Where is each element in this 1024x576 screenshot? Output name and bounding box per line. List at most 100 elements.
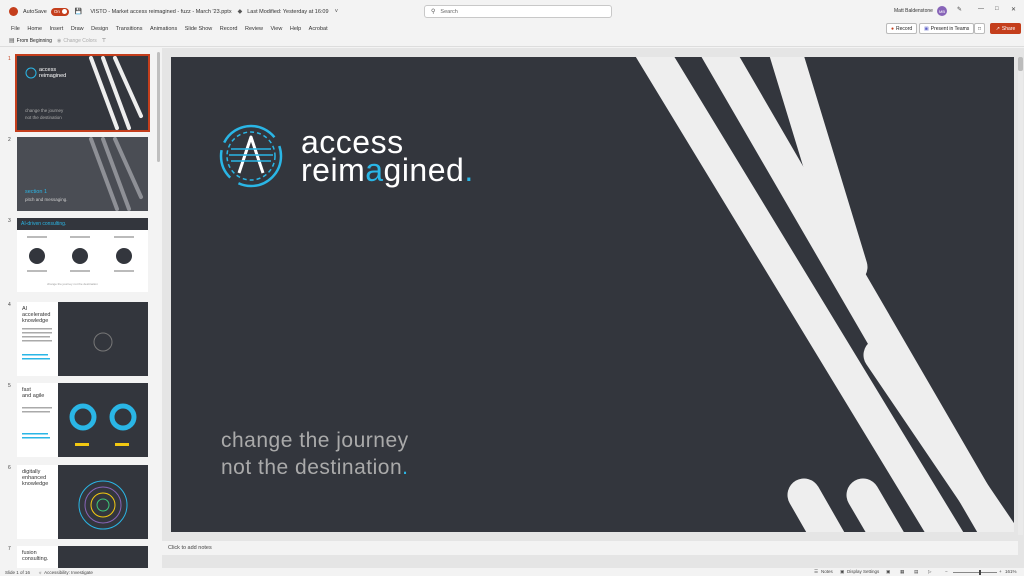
- save-icon[interactable]: 💾: [75, 8, 82, 15]
- teams-icon: ▣: [924, 25, 929, 32]
- zoom-out-icon[interactable]: −: [945, 569, 948, 574]
- tab-insert[interactable]: Insert: [50, 26, 64, 32]
- comments-button[interactable]: □: [974, 23, 986, 34]
- slide-canvas[interactable]: access reimagined. change the journey no…: [171, 57, 1014, 532]
- thumb-footer: change the journey not the destination: [47, 282, 98, 286]
- thumbnail-slide[interactable]: fusion consulting.: [17, 546, 148, 568]
- share-button[interactable]: ↗ Share: [990, 23, 1021, 34]
- quick-toolbar: ▤ From Beginning ◉ Change Colors ⊤: [0, 35, 1024, 47]
- tab-design[interactable]: Design: [91, 26, 108, 32]
- display-icon: ▣: [840, 569, 845, 574]
- pen-icon[interactable]: ✎: [957, 6, 962, 13]
- tab-home[interactable]: Home: [27, 26, 42, 32]
- comment-icon: □: [978, 25, 982, 32]
- display-settings-button[interactable]: Display Settings: [847, 569, 879, 574]
- notes-placeholder: Click to add notes: [168, 545, 212, 551]
- pin-icon[interactable]: ⊤: [102, 38, 106, 44]
- scrollbar-thumb[interactable]: [1018, 57, 1023, 71]
- search-icon: ⚲: [431, 9, 436, 15]
- zoom-level[interactable]: 161%: [1005, 569, 1017, 574]
- thumbnail-slide[interactable]: access reimagined change the journey not…: [15, 54, 150, 132]
- normal-view-icon[interactable]: ▣: [886, 569, 890, 575]
- thumbnails-scrollbar[interactable]: [157, 52, 160, 162]
- record-icon: ●: [891, 25, 895, 32]
- zoom-in-icon[interactable]: +: [999, 569, 1002, 574]
- thumb-circles: [27, 236, 134, 272]
- thumb-logo-line2: reimagined: [39, 73, 67, 79]
- maximize-icon[interactable]: □: [995, 6, 999, 12]
- slide-thumbnails-panel: 1 access reimagined change the journey n…: [0, 48, 162, 568]
- change-colors-button[interactable]: Change Colors: [63, 38, 96, 44]
- slide-scrollbar[interactable]: [1018, 57, 1023, 535]
- logo-line2-part1: reim: [301, 152, 366, 188]
- logo-line2: reimagined.: [301, 154, 474, 186]
- zoom-slider[interactable]: [953, 570, 997, 575]
- thumbnail-number: 7: [8, 546, 11, 552]
- notes-icon: ☰: [814, 569, 819, 574]
- thumbnail-slide[interactable]: AI accelerated knowledge: [17, 302, 148, 376]
- autosave-state: On: [53, 9, 60, 14]
- accessibility-icon: ☼: [38, 569, 43, 575]
- tab-review[interactable]: Review: [245, 26, 263, 32]
- ribbon-tabs: File Home Insert Draw Design Transitions Anima…: [0, 23, 1024, 35]
- tagline-line2-text: not the destination: [221, 456, 403, 479]
- palette-icon: ◉: [56, 37, 62, 44]
- user-name[interactable]: Matt Baldenstone: [894, 8, 933, 14]
- zoom-slider-handle[interactable]: [979, 570, 981, 575]
- reading-view-icon[interactable]: ▤: [914, 569, 918, 575]
- thumbnail-number: 5: [8, 383, 11, 389]
- thumb-section-subtitle: pitch and messaging.: [25, 197, 68, 202]
- tab-file[interactable]: File: [11, 26, 20, 32]
- thumbnail-slide[interactable]: AI-driven consulting. change the journey…: [17, 218, 148, 292]
- thumbnail-slide[interactable]: section 1 pitch and messaging.: [17, 137, 148, 211]
- tab-animations[interactable]: Animations: [150, 26, 177, 32]
- tab-record[interactable]: Record: [220, 26, 238, 32]
- thumb-diagram: [22, 328, 113, 360]
- close-icon[interactable]: ✕: [1011, 6, 1016, 13]
- present-label: Present in Teams: [930, 25, 970, 32]
- slideshow-view-icon[interactable]: ▷: [928, 569, 931, 575]
- tab-transitions[interactable]: Transitions: [116, 26, 143, 32]
- thumbnail-number: 1: [8, 56, 11, 62]
- powerpoint-window: AutoSave On 💾 VISTO - Market access reim…: [0, 0, 1024, 576]
- present-in-teams-button[interactable]: ▣ Present in Teams: [919, 23, 975, 34]
- record-button[interactable]: ● Record: [886, 23, 918, 34]
- sync-icon: ◆: [237, 9, 243, 15]
- search-input[interactable]: ⚲ Search: [424, 5, 612, 18]
- tab-draw[interactable]: Draw: [71, 26, 84, 32]
- access-logo-icon: [219, 124, 283, 188]
- accessibility-status[interactable]: Accessibility: Investigate: [44, 570, 93, 575]
- slideshow-icon: ▤: [9, 38, 15, 44]
- tab-help[interactable]: Help: [290, 26, 301, 32]
- notes-pane[interactable]: Click to add notes: [162, 541, 1018, 555]
- logo-line2-accent: a: [365, 152, 384, 188]
- thumb-section-title: section 1: [25, 189, 48, 195]
- tagline-dot: .: [402, 456, 409, 479]
- tab-acrobat[interactable]: Acrobat: [309, 26, 328, 32]
- thumbnail-slide[interactable]: fast and agile: [17, 383, 148, 457]
- thumb-tagline1: change the journey: [25, 108, 64, 113]
- from-beginning-button[interactable]: From Beginning: [17, 38, 52, 44]
- tab-view[interactable]: View: [271, 26, 283, 32]
- autosave-toggle[interactable]: On: [50, 7, 69, 16]
- logo-dot: .: [464, 152, 474, 188]
- stripe-5: [787, 478, 845, 532]
- document-title[interactable]: VISTO - Market access reimagined - fuzz …: [90, 9, 231, 15]
- minimize-icon[interactable]: —: [978, 6, 984, 12]
- thumbnail-number: 6: [8, 465, 11, 471]
- thumbnail-number: 2: [8, 137, 11, 143]
- tab-slide-show[interactable]: Slide Show: [185, 26, 213, 32]
- thumbnail-slide[interactable]: digitally enhanced knowledge: [17, 465, 148, 539]
- thumb-rings: [78, 480, 128, 530]
- notes-toggle[interactable]: Notes: [821, 569, 833, 574]
- share-label: Share: [1001, 25, 1016, 32]
- avatar[interactable]: MB: [937, 6, 947, 16]
- chevron-down-icon[interactable]: ˅: [335, 9, 339, 15]
- share-icon: ↗: [995, 25, 1000, 32]
- record-label: Record: [896, 25, 913, 32]
- slide-sorter-icon[interactable]: ▦: [900, 569, 904, 575]
- powerpoint-logo-icon: [9, 7, 18, 16]
- last-modified[interactable]: Last Modified: Yesterday at 16:09: [247, 9, 328, 15]
- thumbnail-number: 3: [8, 218, 11, 224]
- stripe-6: [846, 478, 904, 532]
